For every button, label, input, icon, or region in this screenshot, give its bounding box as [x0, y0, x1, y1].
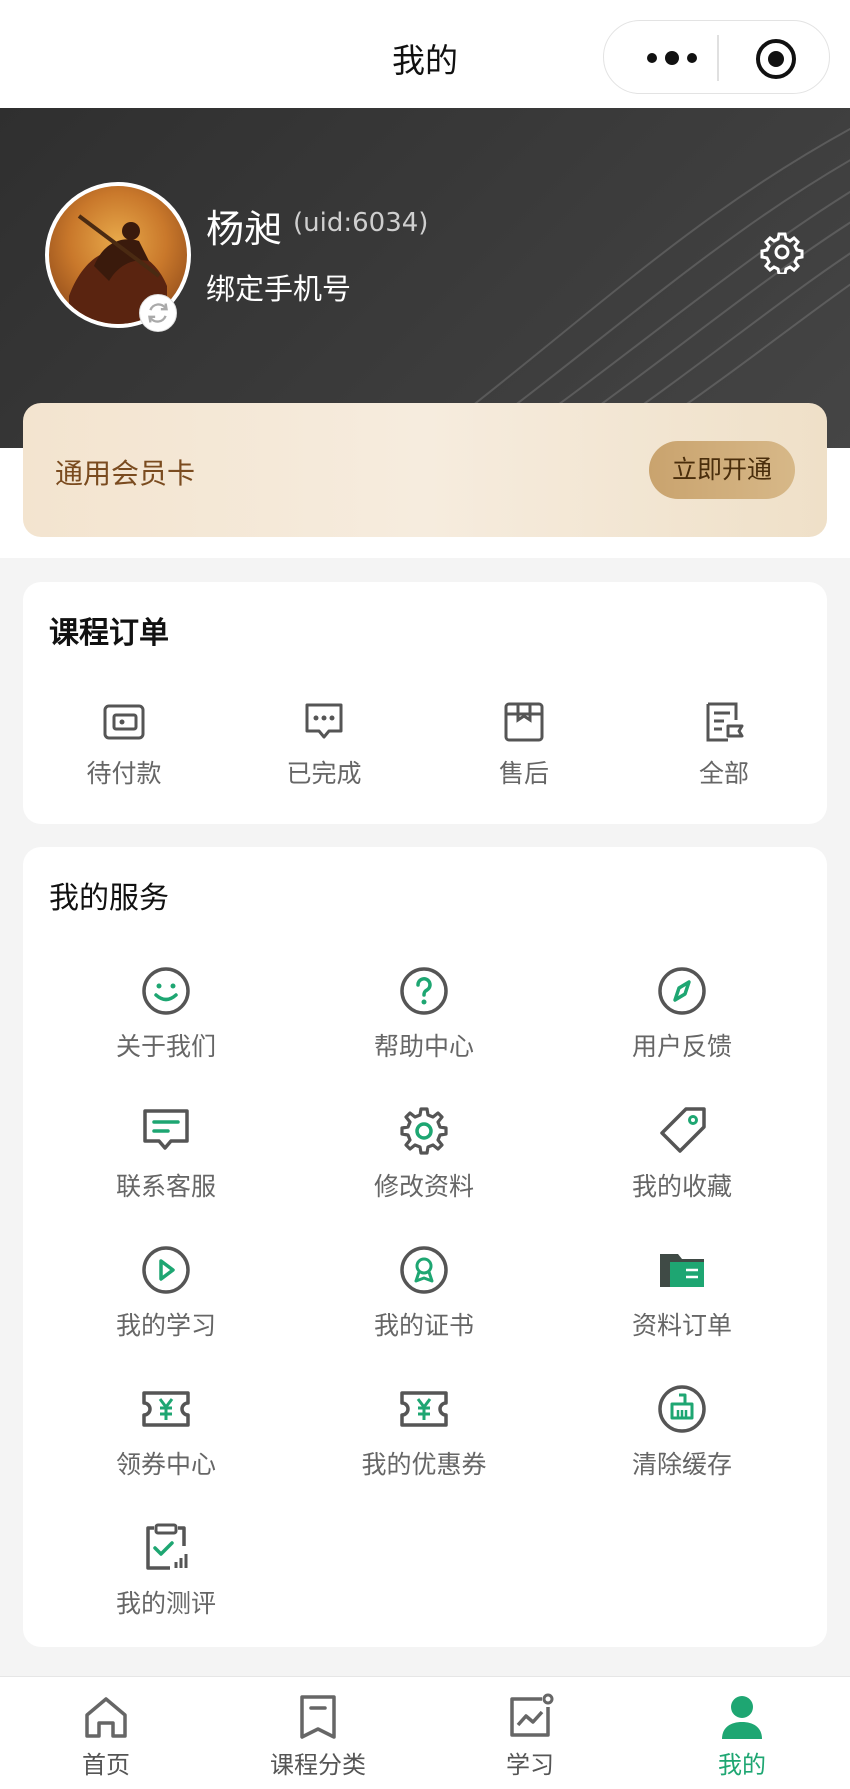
order-pending-payment[interactable]: 待付款	[44, 700, 204, 790]
tab-label: 首页	[82, 1751, 130, 1779]
member-card[interactable]: 通用会员卡 立即开通	[23, 403, 827, 537]
document-list-icon	[706, 702, 744, 742]
play-icon	[142, 1246, 190, 1294]
header-background-pattern	[415, 127, 850, 448]
target-icon[interactable]	[754, 37, 798, 81]
service-favorites[interactable]: 我的收藏	[572, 1105, 792, 1203]
service-my-certificates[interactable]: 我的证书	[314, 1244, 534, 1342]
folder-icon	[660, 1254, 704, 1287]
order-after-sales[interactable]: 售后	[444, 700, 604, 790]
service-feedback[interactable]: 用户反馈	[572, 965, 792, 1063]
service-my-coupons[interactable]: 我的优惠券	[314, 1383, 534, 1481]
capsule-divider	[717, 35, 719, 81]
service-contact-support[interactable]: 联系客服	[56, 1105, 276, 1203]
smile-icon	[142, 967, 190, 1015]
broom-icon	[658, 1385, 706, 1433]
profile-header: 杨昶 (uid:6034) 绑定手机号	[0, 108, 850, 448]
coupon-icon	[142, 1391, 190, 1427]
avatar-switch-icon[interactable]	[139, 294, 177, 332]
chat-icon	[143, 1109, 189, 1150]
service-label: 帮助中心	[373, 1032, 474, 1061]
bind-phone-link[interactable]: 绑定手机号	[206, 266, 351, 308]
tag-icon	[660, 1107, 706, 1153]
tab-course-categories[interactable]: 课程分类	[238, 1693, 398, 1780]
service-label: 修改资料	[373, 1172, 474, 1201]
tab-label: 学习	[506, 1751, 554, 1779]
user-name: 杨昶	[206, 207, 283, 251]
service-label: 我的学习	[115, 1311, 216, 1340]
my-services-title: 我的服务	[49, 881, 169, 916]
question-icon	[400, 967, 448, 1015]
more-dots-icon[interactable]	[642, 43, 702, 73]
service-label: 资料订单	[631, 1311, 732, 1340]
tab-home[interactable]: 首页	[26, 1693, 186, 1780]
user-uid: (uid:6034)	[293, 208, 429, 238]
service-my-learning[interactable]: 我的学习	[56, 1244, 276, 1342]
message-dots-icon	[305, 703, 343, 739]
service-help-center[interactable]: 帮助中心	[314, 965, 534, 1063]
coupon-icon	[400, 1391, 448, 1427]
tab-label: 我的	[718, 1751, 766, 1779]
service-label: 用户反馈	[631, 1032, 732, 1061]
wallet-icon	[103, 704, 145, 740]
home-icon	[85, 1697, 127, 1738]
service-about-us[interactable]: 关于我们	[56, 965, 276, 1063]
service-material-orders[interactable]: 资料订单	[572, 1244, 792, 1342]
mini-program-capsule	[603, 20, 830, 94]
service-coupon-center[interactable]: 领券中心	[56, 1383, 276, 1481]
service-label: 我的证书	[373, 1311, 474, 1340]
box-icon	[504, 702, 544, 742]
order-completed[interactable]: 已完成	[244, 700, 404, 790]
clipboard-check-icon	[146, 1523, 188, 1570]
top-nav-bar: 我的	[0, 0, 850, 108]
gear-icon	[400, 1107, 448, 1155]
user-icon	[722, 1696, 762, 1739]
service-label: 我的优惠券	[361, 1450, 487, 1479]
service-label: 关于我们	[115, 1032, 216, 1061]
gear-icon[interactable]	[760, 230, 804, 274]
badge-icon	[400, 1246, 448, 1294]
bottom-tab-bar: 首页 课程分类 学习 我的	[0, 1676, 850, 1789]
order-after-sales-label: 售后	[498, 759, 549, 788]
order-completed-label: 已完成	[286, 759, 362, 788]
order-all[interactable]: 全部	[644, 700, 804, 790]
order-pending-label: 待付款	[86, 759, 162, 788]
member-card-label: 通用会员卡	[55, 457, 196, 490]
service-label: 清除缓存	[631, 1450, 732, 1479]
my-services-card: 我的服务 关于我们 帮助中心 用户反馈 联系客服 修改资料 我的收藏 我的学习 …	[23, 847, 827, 1647]
service-label: 联系客服	[115, 1172, 216, 1201]
service-edit-profile[interactable]: 修改资料	[314, 1105, 534, 1203]
service-my-assessment[interactable]: 我的测评	[56, 1522, 276, 1620]
service-label: 我的测评	[115, 1589, 216, 1618]
course-orders-title: 课程订单	[49, 616, 169, 651]
bookmark-icon	[300, 1695, 336, 1739]
chart-icon	[510, 1693, 554, 1737]
service-clear-cache[interactable]: 清除缓存	[572, 1383, 792, 1481]
order-all-label: 全部	[698, 759, 749, 788]
activate-member-button[interactable]: 立即开通	[649, 441, 795, 499]
tab-study[interactable]: 学习	[450, 1693, 610, 1780]
course-orders-card: 课程订单 待付款 已完成 售后 全部	[23, 582, 827, 824]
tab-mine[interactable]: 我的	[662, 1693, 822, 1780]
compass-icon	[658, 967, 706, 1015]
service-label: 领券中心	[115, 1450, 216, 1479]
tab-label: 课程分类	[270, 1751, 366, 1779]
service-label: 我的收藏	[631, 1172, 732, 1201]
